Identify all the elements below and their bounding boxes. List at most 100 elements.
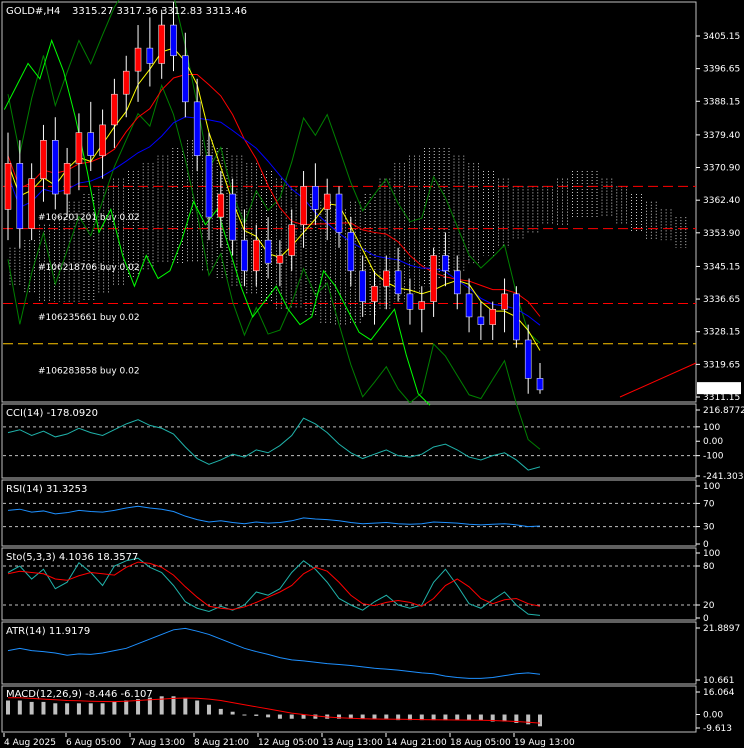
cci-line [7,417,541,471]
candle[interactable] [87,132,95,156]
time-label: 6 Aug 05:00 [66,738,121,748]
moving-average [7,47,541,351]
level-label: 0.00 [703,711,723,721]
level-label: 20 [703,601,715,611]
price-label: 3388.15 [703,97,740,107]
cci-pane[interactable] [1,403,697,479]
level-label: 0.00 [703,437,723,447]
candle[interactable] [453,270,461,295]
candle[interactable] [4,163,12,210]
candle[interactable] [442,255,449,272]
candle[interactable] [229,193,236,241]
time-label: 19 Aug 13:00 [514,738,575,748]
macd-bar [124,700,129,715]
candle[interactable] [205,155,213,218]
macd-bar [372,714,377,719]
candle[interactable] [513,293,520,341]
candle[interactable] [134,47,142,72]
candle[interactable] [430,255,437,302]
candle[interactable] [170,24,177,57]
level-label: -9.613 [703,724,732,734]
candle[interactable] [347,232,355,272]
candle[interactable] [111,93,118,126]
candle[interactable] [406,293,414,310]
candle[interactable] [75,132,83,164]
candle[interactable] [335,193,343,233]
time-label: 4 Aug 2025 [4,738,56,748]
candle[interactable] [16,163,24,229]
candle[interactable] [312,186,319,210]
price-label: 3405.15 [703,32,740,42]
macd-title: MACD(12,26,9) -8.446 -6.107 [6,689,153,700]
candle[interactable] [394,270,402,295]
macd-bar [171,696,176,715]
candle[interactable] [158,24,165,64]
level-label: 10.661 [703,676,735,686]
macd-bar [289,714,294,719]
level-label: 100 [703,423,720,433]
price-label: 3319.65 [703,360,740,370]
time-label: 8 Aug 21:00 [194,738,249,748]
candle[interactable] [536,378,544,391]
candle[interactable] [418,301,426,310]
candle[interactable] [300,186,307,226]
candle[interactable] [524,339,532,379]
candle[interactable] [477,316,485,325]
candle[interactable] [371,285,378,302]
time-label: 7 Aug 13:00 [130,738,185,748]
candle[interactable] [465,293,473,318]
trend-line [619,362,697,398]
candle[interactable] [489,308,496,325]
macd-bar [242,714,247,716]
time-label: 14 Aug 21:00 [386,738,447,748]
candle[interactable] [193,101,201,156]
time-label: 13 Aug 13:00 [322,738,383,748]
candle[interactable] [122,70,130,95]
candle[interactable] [253,239,260,272]
price-label: 3328.15 [703,328,740,338]
level-label: 21.8897 [703,624,740,634]
level-label: 30 [703,523,715,533]
order-label: #106218706 buy 0.02 [38,263,140,273]
macd-bar [384,714,389,719]
candle[interactable] [359,270,366,302]
candle[interactable] [501,293,508,310]
price-label: 3370.90 [703,164,740,174]
time-label: 18 Aug 05:00 [450,738,511,748]
chart-canvas[interactable]: #106201201 buy 0.02 #106218706 buy 0.02 #1… [0,0,744,748]
price-label: 3379.40 [703,131,740,141]
main-pane[interactable] [1,1,697,403]
candle[interactable] [52,140,59,195]
candle[interactable] [63,163,71,195]
candle[interactable] [323,193,331,210]
candle[interactable] [99,124,106,156]
price-label: 3311.15 [703,393,740,403]
candle[interactable] [288,224,295,256]
level-label: -100 [703,452,724,462]
rsi-pane[interactable] [1,479,697,547]
sto-main-line [7,557,541,616]
candle[interactable] [264,239,272,264]
level-label: 216.8772 [703,406,744,416]
candle[interactable] [146,47,154,64]
macd-bar [195,700,200,715]
macd-bar [88,703,93,715]
macd-bar [136,699,141,715]
level-label: 70 [703,499,715,509]
macd-bar [6,700,10,715]
sto-signal-line [7,561,541,611]
candle[interactable] [241,239,248,272]
price-label: 3396.65 [703,65,740,75]
macd-bar [41,701,46,715]
macd-bar [277,714,282,719]
macd-bar [526,714,531,725]
candle[interactable] [40,140,47,179]
candle[interactable] [383,270,390,287]
candle[interactable] [217,193,225,218]
candle[interactable] [182,55,189,103]
atr-pane[interactable] [1,621,697,685]
macd-signal-line [8,697,541,724]
candle[interactable] [28,178,35,229]
macd-bar [53,703,58,715]
candle[interactable] [276,255,284,264]
